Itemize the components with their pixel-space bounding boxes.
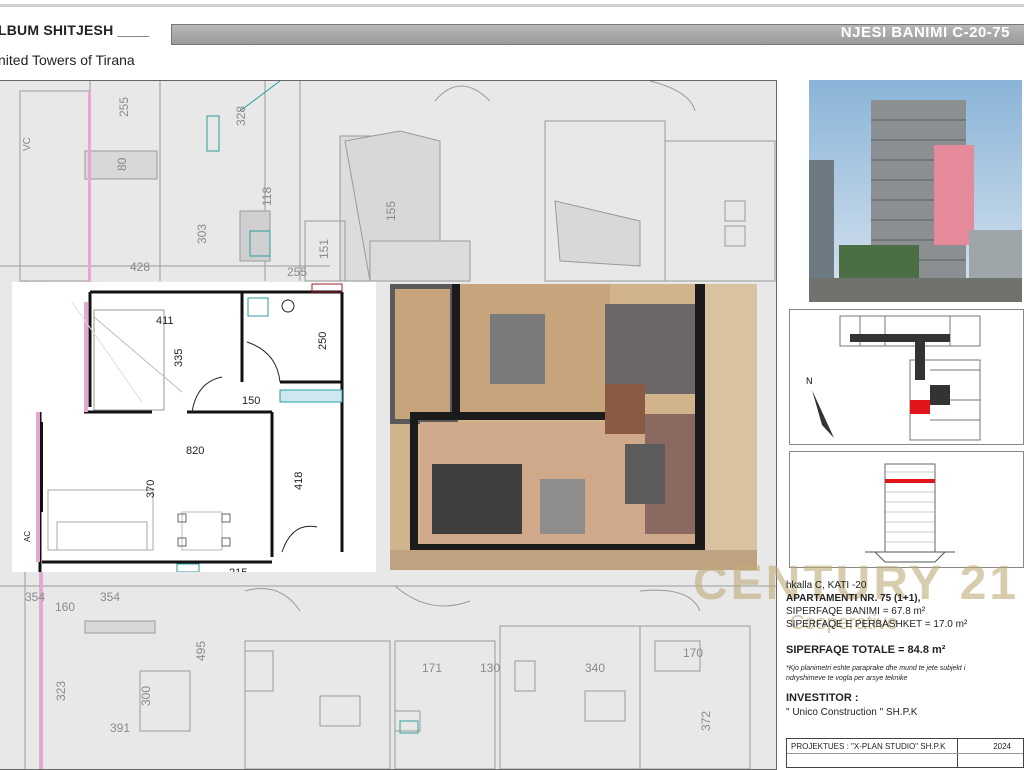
svg-text:255: 255	[117, 97, 131, 117]
investor-label: INVESTITOR :	[786, 691, 859, 704]
elevation-drawing	[865, 463, 955, 563]
floor-highlight	[885, 479, 935, 483]
svg-text:328: 328	[234, 106, 248, 126]
building-photo	[809, 80, 1022, 302]
unit-code: NJESI BANIMI C-20-75	[840, 24, 1010, 41]
svg-text:VC: VC	[22, 137, 33, 151]
svg-text:AC: AC	[23, 531, 32, 542]
elevation	[789, 451, 1024, 568]
svg-text:354: 354	[100, 590, 120, 604]
top-border	[0, 4, 1024, 7]
dim-354: 354	[25, 590, 45, 604]
area-total: SIPERFAQE TOTALE = 84.8 m²	[786, 644, 946, 656]
svg-text:340: 340	[585, 661, 605, 675]
title-block-row	[787, 753, 1023, 754]
svg-text:160: 160	[55, 600, 75, 614]
svg-text:250: 250	[317, 332, 329, 350]
investor-name: " Unico Construction " SH.P.K	[786, 706, 918, 718]
title-block: PROJEKTUES : "X-PLAN STUDIO" SH.P.K 2024	[786, 738, 1024, 768]
north-label: N	[806, 376, 813, 386]
svg-text:495: 495	[194, 641, 208, 661]
apartment-plan-drawing: 411 335 250 150 820 370 418 215 AC	[23, 283, 344, 579]
svg-text:155: 155	[384, 201, 398, 221]
svg-text:215: 215	[229, 567, 247, 572]
project-name: nited Towers of Tirana	[0, 52, 135, 68]
apartment-plan: 411 335 250 150 820 370 418 215 AC	[12, 282, 376, 579]
svg-text:151: 151	[317, 239, 331, 259]
building-photo-image	[809, 80, 1022, 302]
svg-text:323: 323	[54, 681, 68, 701]
svg-text:303: 303	[195, 224, 209, 244]
svg-text:372: 372	[699, 711, 713, 731]
disclaimer-note: *Kjo planimetri eshte paraprake dhe mund…	[786, 665, 966, 682]
svg-text:171: 171	[422, 661, 442, 675]
svg-text:370: 370	[145, 480, 157, 498]
year: 2024	[993, 742, 1011, 751]
area-common: SIPERFAQE E PERBASHKET = 17.0 m²	[786, 619, 968, 630]
dim-428: 428	[130, 260, 150, 274]
key-plan-drawing: N	[806, 315, 981, 441]
apartment-number: APARTAMENTI NR. 75 (1+1),	[786, 593, 921, 604]
apartment-3d-render	[390, 284, 757, 570]
svg-text:820: 820	[186, 445, 204, 457]
render-drawing	[390, 284, 757, 570]
svg-text:335: 335	[173, 349, 185, 367]
svg-text:150: 150	[242, 395, 260, 407]
svg-text:170: 170	[683, 646, 703, 660]
svg-text:300: 300	[139, 686, 153, 706]
apartment-info: hkalla C, KATI -20 APARTAMENTI NR. 75 (1…	[786, 580, 1024, 718]
album-title: LBUM SHITJESH ____	[0, 22, 150, 38]
svg-text:255: 255	[287, 265, 307, 279]
unit-highlight	[910, 400, 930, 414]
svg-text:130: 130	[480, 661, 500, 675]
north-arrow-icon	[812, 390, 834, 438]
stair-floor: hkalla C, KATI -20	[786, 580, 867, 591]
projektues: PROJEKTUES : "X-PLAN STUDIO" SH.P.K	[791, 742, 946, 751]
area-living: SIPERFAQE BANIMI = 67.8 m²	[786, 606, 926, 617]
key-plan: N	[789, 309, 1024, 445]
svg-text:391: 391	[110, 721, 130, 735]
dim-411: 411	[156, 315, 174, 327]
svg-text:80: 80	[115, 157, 129, 171]
svg-text:418: 418	[293, 472, 305, 490]
svg-text:118: 118	[260, 187, 274, 206]
